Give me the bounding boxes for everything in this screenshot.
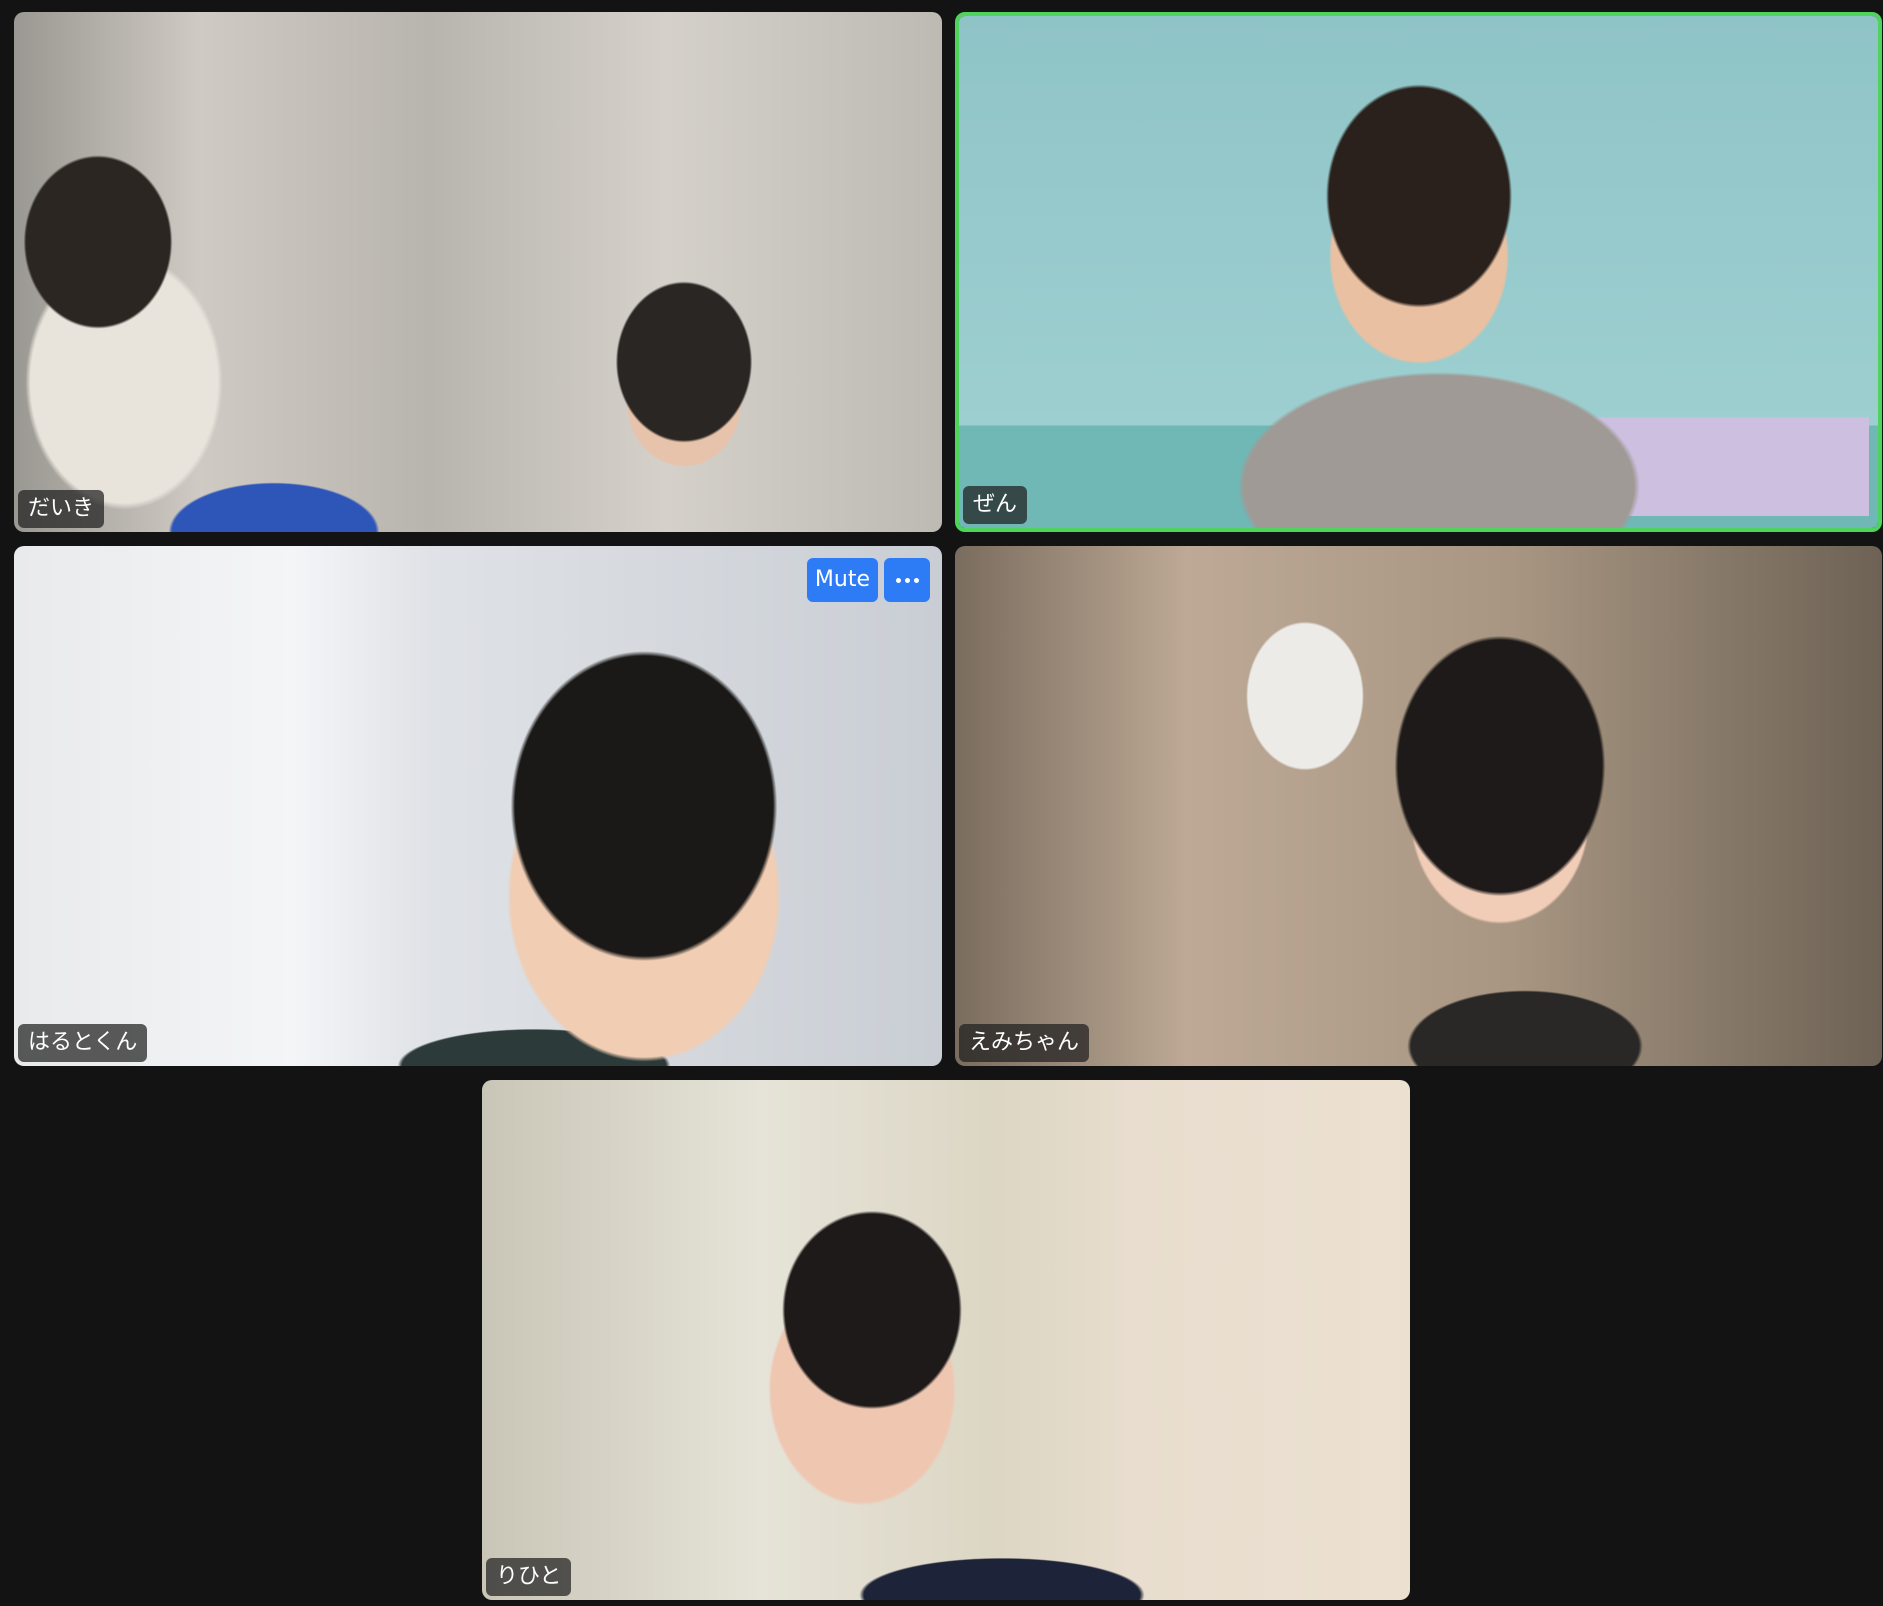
video-tile-emichan[interactable]: えみちゃん — [955, 546, 1882, 1066]
participant-name-label: はるとくん — [18, 1024, 148, 1062]
video-tile-rihito[interactable]: りひと — [482, 1080, 1410, 1600]
participant-name-label: だいき — [18, 490, 105, 528]
mute-participant-button[interactable]: Mute — [806, 558, 878, 602]
more-options-icon — [895, 577, 919, 583]
participant-video — [959, 16, 1878, 528]
participant-name-label: りひと — [486, 1558, 572, 1596]
video-tile-daiki[interactable]: だいき — [14, 12, 942, 532]
more-options-button[interactable] — [884, 558, 930, 602]
participant-video — [14, 12, 942, 532]
participant-name-label: えみちゃん — [959, 1024, 1090, 1062]
participant-video — [14, 546, 942, 1066]
participant-name-label: ぜん — [963, 486, 1028, 524]
participant-video — [482, 1080, 1410, 1600]
video-tile-zen-active-speaker[interactable]: ぜん — [955, 12, 1882, 532]
video-tile-harutokun[interactable]: Mute はるとくん — [14, 546, 942, 1066]
participant-video — [955, 546, 1882, 1066]
tile-controls: Mute — [806, 558, 930, 602]
